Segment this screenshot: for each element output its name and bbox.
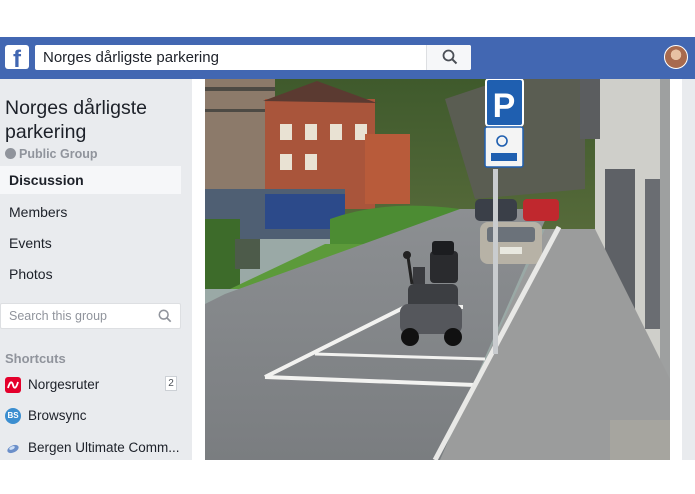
nav-discussion[interactable]: Discussion (0, 166, 181, 194)
globe-icon (5, 148, 16, 159)
global-search-field[interactable]: Norges dårligste parkering (35, 45, 471, 70)
nav-members[interactable]: Members (0, 198, 181, 226)
page: f Norges dårligste parkering Norges dårl… (0, 0, 695, 494)
user-avatar[interactable] (664, 45, 688, 69)
search-button[interactable] (426, 45, 471, 70)
shortcut-browsync[interactable]: BS Browsync (5, 406, 187, 428)
page-bottom (0, 460, 695, 494)
nav-events[interactable]: Events (0, 229, 181, 257)
search-icon (442, 49, 458, 65)
shortcut-label: Bergen Ultimate Comm... (28, 440, 180, 455)
norgesruter-icon (5, 377, 21, 393)
group-search-input[interactable] (9, 309, 154, 323)
nav-photos[interactable]: Photos (0, 260, 181, 288)
shortcuts-heading: Shortcuts (5, 351, 66, 366)
group-privacy: Public Group (5, 147, 97, 161)
bergen-ultimate-icon (5, 440, 21, 456)
browsync-icon: BS (5, 408, 21, 424)
shortcut-label: Norgesruter (28, 377, 100, 392)
search-icon[interactable] (158, 309, 172, 323)
shortcut-norgesruter[interactable]: Norgesruter 2 (5, 375, 187, 397)
shortcut-label: Browsync (28, 408, 87, 423)
shortcut-bergen-ultimate[interactable]: Bergen Ultimate Comm... (5, 438, 187, 460)
street-scene-image: P (205, 79, 670, 460)
group-title[interactable]: Norges dårligste parkering (5, 96, 185, 144)
facebook-logo[interactable]: f (5, 45, 29, 69)
right-column (682, 79, 695, 460)
notification-count-badge: 2 (165, 376, 177, 391)
group-search-box[interactable] (0, 303, 181, 329)
parking-sign-letter: P (493, 87, 516, 125)
search-input[interactable]: Norges dårligste parkering (43, 49, 219, 66)
post-photo[interactable]: P (205, 79, 670, 460)
group-privacy-label: Public Group (19, 147, 98, 161)
